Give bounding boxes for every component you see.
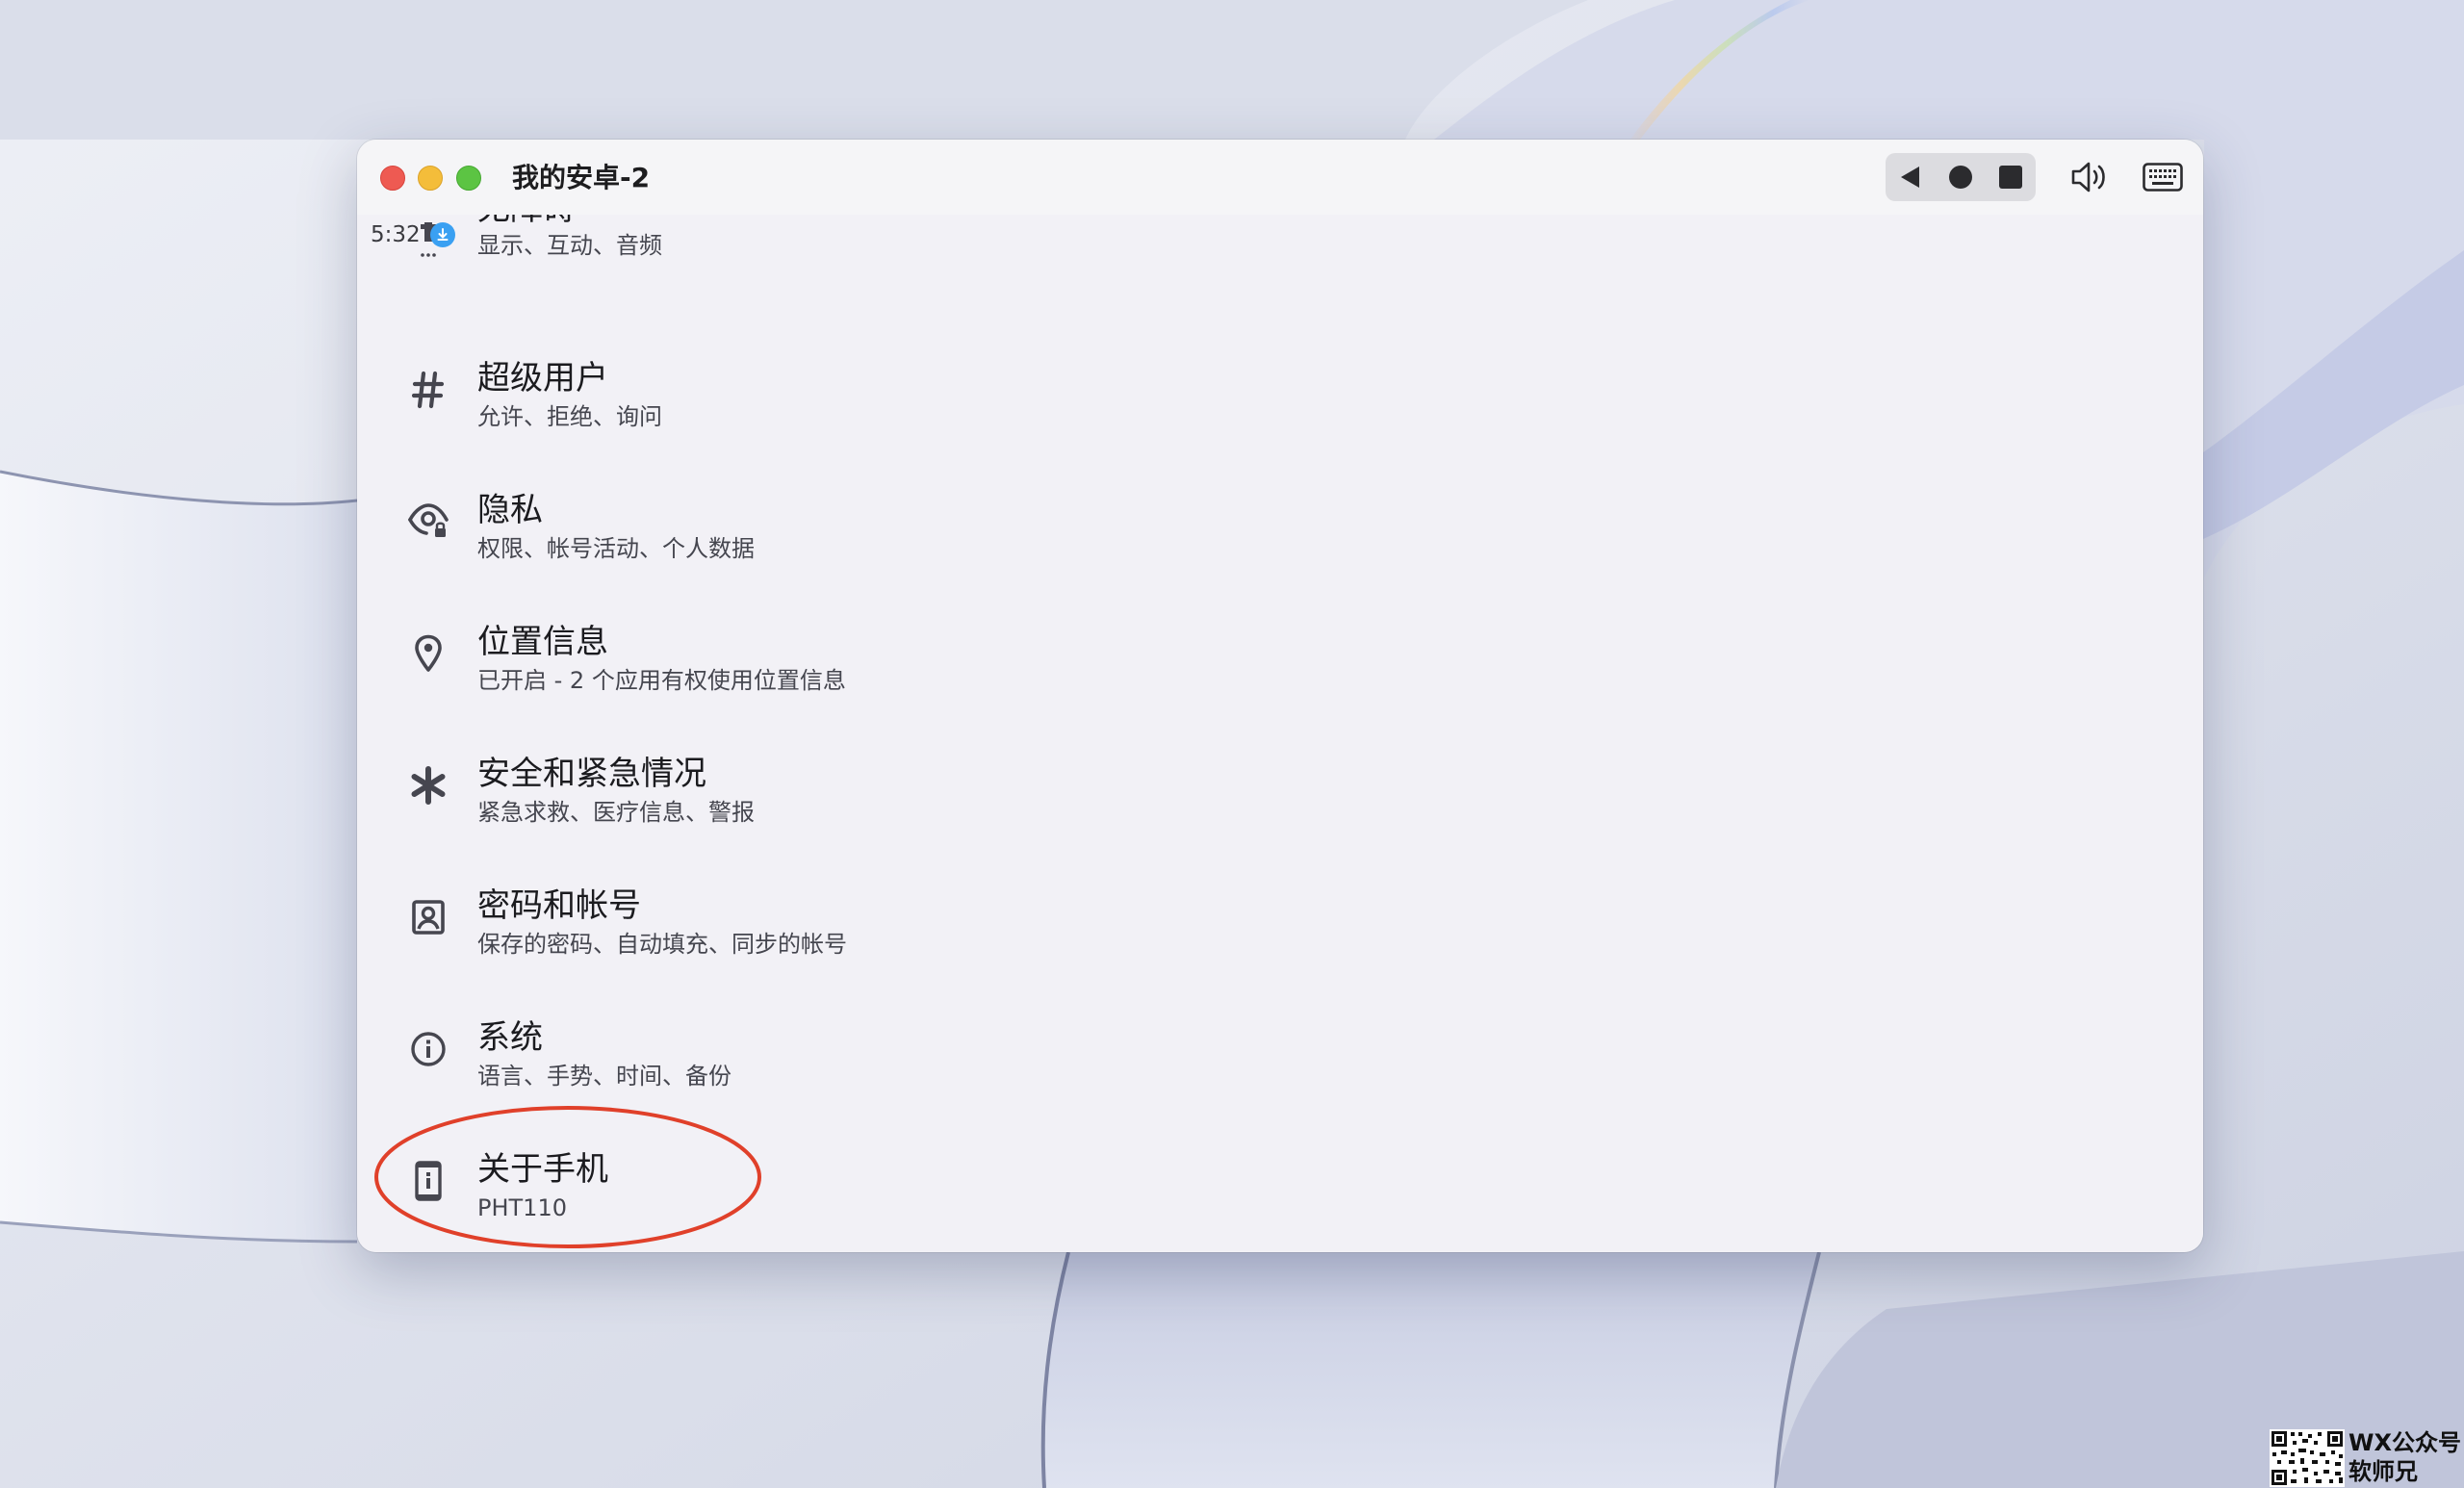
settings-item-superuser[interactable]: 超级用户 允许、拒绝、询问 [357, 342, 2203, 474]
android-recents-button[interactable] [1986, 153, 2036, 201]
settings-item-subtitle: 权限、帐号活动、个人数据 [477, 535, 755, 562]
privacy-eye-icon [407, 500, 449, 543]
settings-item-subtitle: 显示、互动、音频 [477, 232, 662, 259]
close-window-button[interactable] [380, 166, 405, 191]
keyboard-icon [2143, 163, 2183, 192]
phone-info-icon [407, 1160, 449, 1202]
watermark: WX公众号 软师兄 [2270, 1427, 2464, 1488]
settings-item-about-phone[interactable]: 关于手机 PHT110 [357, 1133, 2203, 1252]
status-time: 5:32 [371, 222, 421, 247]
home-circle-icon [1949, 166, 1972, 189]
settings-item-privacy[interactable]: 隐私 权限、帐号活动、个人数据 [357, 474, 2203, 605]
android-back-button[interactable] [1886, 153, 1936, 201]
hash-icon [407, 369, 449, 411]
android-mirror-window: 我的安卓-2 5:32 显示、互动、音频 超级用户 允许、拒绝、询问 隐私 权限… [357, 140, 2203, 1252]
settings-item-accessibility[interactable]: 无障碍 显示、互动、音频 [357, 215, 2203, 343]
settings-item-subtitle: 紧急求救、医疗信息、警报 [477, 799, 755, 826]
download-icon [429, 222, 455, 247]
settings-item-location[interactable]: 位置信息 已开启 - 2 个应用有权使用位置信息 [357, 605, 2203, 737]
settings-item-title: 关于手机 [477, 1150, 608, 1189]
settings-item-title: 密码和帐号 [477, 886, 641, 925]
settings-item-subtitle: PHT110 [477, 1194, 567, 1221]
settings-item-safety-emergency[interactable]: 安全和紧急情况 紧急求救、医疗信息、警报 [357, 737, 2203, 869]
location-pin-icon [407, 632, 449, 675]
volume-icon [2071, 162, 2105, 192]
settings-item-subtitle: 允许、拒绝、询问 [477, 403, 662, 430]
android-home-button[interactable] [1936, 153, 1986, 201]
settings-item-subtitle: 保存的密码、自动填充、同步的帐号 [477, 931, 847, 958]
recent-square-icon [1999, 166, 2022, 189]
qr-code-icon [2270, 1429, 2345, 1487]
settings-item-system[interactable]: 系统 语言、手势、时间、备份 [357, 1001, 2203, 1133]
android-screen[interactable]: 5:32 无障碍 显示、互动、音频 [357, 215, 2203, 1252]
settings-item-subtitle: 语言、手势、时间、备份 [477, 1063, 732, 1090]
settings-item-title: 超级用户 [477, 359, 608, 398]
android-status-bar: 5:32 [371, 220, 455, 249]
watermark-line2: 软师兄 [2348, 1458, 2418, 1485]
settings-item-title: 系统 [477, 1018, 543, 1057]
settings-item-subtitle: 已开启 - 2 个应用有权使用位置信息 [477, 667, 846, 694]
keyboard-button[interactable] [2139, 153, 2187, 201]
settings-item-title: 安全和紧急情况 [477, 755, 706, 793]
settings-item-passwords-accounts[interactable]: 密码和帐号 保存的密码、自动填充、同步的帐号 [357, 869, 2203, 1001]
settings-item-title: 隐私 [477, 491, 543, 529]
info-circle-icon [407, 1028, 449, 1070]
account-box-icon [407, 896, 449, 938]
settings-item-title: 位置信息 [477, 623, 608, 661]
settings-item-title: 无障碍 [477, 215, 576, 230]
window-titlebar[interactable]: 我的安卓-2 [357, 140, 2203, 215]
back-triangle-icon [1901, 167, 1919, 188]
watermark-line1: WX公众号 [2348, 1429, 2461, 1456]
asterisk-icon [407, 764, 449, 807]
android-nav-controls [1886, 153, 2036, 201]
zoom-window-button[interactable] [456, 166, 481, 191]
minimize-window-button[interactable] [418, 166, 443, 191]
volume-button[interactable] [2066, 153, 2114, 201]
window-title: 我的安卓-2 [512, 162, 651, 193]
